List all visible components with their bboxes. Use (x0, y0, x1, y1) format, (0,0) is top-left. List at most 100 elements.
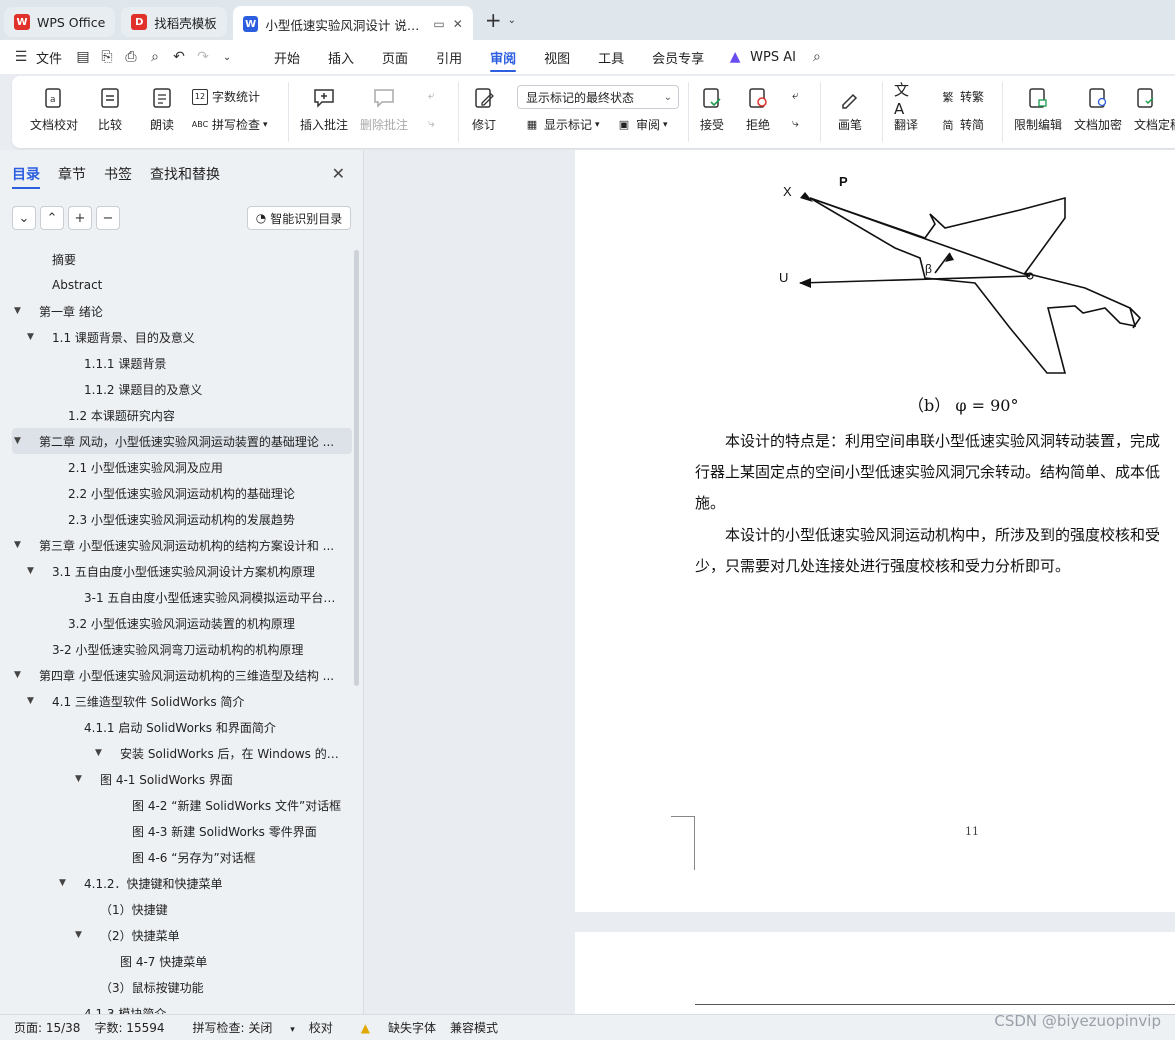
pen-button[interactable]: 画笔 (838, 86, 862, 133)
toc-item[interactable]: 图 4-7 快捷菜单 (12, 948, 352, 974)
next-document-page[interactable] (575, 932, 1175, 1014)
toc-scrollbar[interactable] (354, 250, 359, 686)
tab-wps-office[interactable]: W WPS Office (4, 7, 116, 37)
compare-button[interactable]: 比较 (98, 86, 122, 133)
restrict-edit-button[interactable]: 限制编辑 (1014, 86, 1062, 133)
tab-tools[interactable]: 工具 (598, 40, 624, 74)
expand-triangle-icon[interactable]: ▼ (27, 566, 34, 576)
proof-status[interactable]: 校对 (309, 1019, 333, 1036)
expand-triangle-icon[interactable]: ▼ (14, 540, 21, 550)
spell-check-status[interactable]: 拼写检查: 关闭 ▾ (179, 1019, 295, 1036)
expand-triangle-icon[interactable]: ▼ (27, 696, 34, 706)
toc-item[interactable]: ▼ 第一章 绪论 (12, 298, 352, 324)
expand-triangle-icon[interactable]: ▼ (59, 878, 66, 888)
tab-member[interactable]: 会员专享 (652, 40, 704, 74)
finalize-button[interactable]: 文档定稿 (1134, 86, 1175, 133)
translate-button[interactable]: 文A 翻译 (894, 81, 918, 133)
expand-down-button[interactable]: ⌄ (12, 206, 36, 230)
insert-comment-button[interactable]: 插入批注 (300, 86, 348, 133)
read-aloud-button[interactable]: 朗读 (150, 86, 174, 133)
document-page[interactable]: X P β U （b） φ = 90° 本设计的特点是：利用空间串联小型低速实验… (575, 150, 1175, 912)
toc-item[interactable]: ▼ 4.1 三维造型软件 SolidWorks 简介 (12, 688, 352, 714)
nav-tab-chapters[interactable]: 章节 (58, 164, 86, 184)
toc-item[interactable]: 3-1 五自由度小型低速实验风洞模拟运动平台的 ... (12, 584, 352, 610)
to-simplified-button[interactable]: 简 转简 (940, 116, 985, 133)
next-revision-icon[interactable]: ⤷ (792, 116, 799, 131)
print-preview-icon[interactable]: ⌕ (146, 48, 164, 66)
review-pane-button[interactable]: ▣ 审阅 ▾ (616, 116, 668, 133)
prev-revision-icon[interactable]: ⤶ (792, 88, 799, 103)
expand-triangle-icon[interactable]: ▼ (14, 306, 21, 316)
toc-item[interactable]: ▼ 第三章 小型低速实验风洞运动机构的结构方案设计和 ... (12, 532, 352, 558)
toc-item[interactable]: 3.2 小型低速实验风洞运动装置的机构原理 (12, 610, 352, 636)
prev-comment-icon[interactable]: ⤶ (428, 88, 435, 103)
document-area[interactable]: X P β U （b） φ = 90° 本设计的特点是：利用空间串联小型低速实验… (365, 150, 1175, 1014)
reject-button[interactable]: 拒绝 (746, 86, 770, 133)
revise-button[interactable]: 修订 (472, 86, 496, 133)
smart-toc-button[interactable]: ◔ 智能识别目录 (247, 206, 351, 230)
accept-button[interactable]: 接受 (700, 86, 724, 133)
toc-item[interactable]: 图 4-6 “另存为”对话框 (12, 844, 352, 870)
more-chevron-icon[interactable]: ⌄ (218, 48, 236, 66)
undo-icon[interactable]: ↶ (170, 48, 188, 66)
toc-item[interactable]: 2.3 小型低速实验风洞运动机构的发展趋势 (12, 506, 352, 532)
wps-ai-button[interactable]: ▲ WPS AI (726, 48, 796, 66)
toc-item[interactable]: 1.1.1 课题背景 (12, 350, 352, 376)
doc-check-button[interactable]: a 文档校对 (30, 86, 78, 133)
search-icon[interactable]: ⌕ (808, 48, 826, 66)
toc-item[interactable]: ▼ 1.1 课题背景、目的及意义 (12, 324, 352, 350)
chevron-down-icon[interactable]: ⌄ (508, 15, 516, 26)
toc-item[interactable]: Abstract (12, 272, 352, 298)
tab-reference[interactable]: 引用 (436, 40, 462, 74)
save-icon[interactable]: ▤ (74, 48, 92, 66)
tab-insert[interactable]: 插入 (328, 40, 354, 74)
toc-item[interactable]: 图 4-2 “新建 SolidWorks 文件”对话框 (12, 792, 352, 818)
toc-item[interactable]: （1）快捷键 (12, 896, 352, 922)
expand-triangle-icon[interactable]: ▼ (75, 774, 82, 784)
tab-docer-templates[interactable]: D 找稻壳模板 (121, 7, 227, 37)
word-count-status[interactable]: 字数: 15594 (94, 1019, 164, 1036)
nav-tab-find-replace[interactable]: 查找和替换 (150, 164, 220, 184)
tab-review[interactable]: 审阅 (490, 40, 517, 74)
monitor-icon[interactable]: ▭ (433, 17, 444, 31)
spell-check-button[interactable]: ABC 拼写检查 ▾ (192, 116, 268, 133)
export-icon[interactable]: ⎘ (98, 48, 116, 66)
toc-item[interactable]: ▼ 安装 SolidWorks 后，在 Windows 的操 ... (12, 740, 352, 766)
markup-state-dropdown[interactable]: 显示标记的最终状态 ⌄ (517, 85, 679, 109)
show-markup-button[interactable]: ▦ 显示标记 ▾ (524, 116, 600, 133)
expand-triangle-icon[interactable]: ▼ (27, 332, 34, 342)
nav-tab-toc[interactable]: 目录 (12, 164, 40, 189)
toc-item[interactable]: 4.1.1 启动 SolidWorks 和界面简介 (12, 714, 352, 740)
file-menu[interactable]: ☰ 文件 (12, 48, 62, 67)
tab-page[interactable]: 页面 (382, 40, 408, 74)
toc-item[interactable]: （3）鼠标按键功能 (12, 974, 352, 1000)
toc-item[interactable]: ▼ 第四章 小型低速实验风洞运动机构的三维造型及结构 ... (12, 662, 352, 688)
toc-item[interactable]: ▼ 3.1 五自由度小型低速实验风洞设计方案机构原理 (12, 558, 352, 584)
page-indicator[interactable]: 页面: 15/38 (14, 1019, 80, 1036)
redo-icon[interactable]: ↷ (194, 48, 212, 66)
toc-item[interactable]: ▼ （2）快捷菜单 (12, 922, 352, 948)
toc-item[interactable]: ▼ 4.1.2．快捷键和快捷菜单 (12, 870, 352, 896)
expand-triangle-icon[interactable]: ▼ (14, 670, 21, 680)
tab-current-document[interactable]: W 小型低速实验风洞设计 说明书 ▭ ✕ (232, 6, 473, 42)
toc-item[interactable]: 2.2 小型低速实验风洞运动机构的基础理论 (12, 480, 352, 506)
expand-triangle-icon[interactable]: ▼ (14, 436, 21, 446)
delete-comment-button[interactable]: 删除批注 (360, 86, 408, 133)
toc-item[interactable]: 3-2 小型低速实验风洞弯刀运动机构的机构原理 (12, 636, 352, 662)
new-tab-plus-icon[interactable]: + (485, 8, 502, 32)
to-traditional-button[interactable]: 繁 转繁 (940, 88, 985, 105)
add-heading-button[interactable]: + (68, 206, 92, 230)
toc-item[interactable]: 1.1.2 课题目的及意义 (12, 376, 352, 402)
print-icon[interactable]: ⎙ (122, 48, 140, 66)
toc-item[interactable]: 1.2 本课题研究内容 (12, 402, 352, 428)
missing-font-status[interactable]: ▲ 缺失字体 (347, 1019, 436, 1036)
close-icon[interactable]: ✕ (453, 17, 463, 31)
toc-item[interactable]: ▼ 第二章 风动，小型低速实验风洞运动装置的基础理论 ... (12, 428, 352, 454)
close-icon[interactable]: ✕ (332, 164, 345, 183)
collapse-up-button[interactable]: ⌃ (40, 206, 64, 230)
toc-item[interactable]: 2.1 小型低速实验风洞及应用 (12, 454, 352, 480)
encrypt-button[interactable]: 文档加密 (1074, 86, 1122, 133)
toc-item[interactable]: ▼ 图 4-1 SolidWorks 界面 (12, 766, 352, 792)
expand-triangle-icon[interactable]: ▼ (95, 748, 102, 758)
nav-tab-bookmarks[interactable]: 书签 (104, 164, 132, 184)
